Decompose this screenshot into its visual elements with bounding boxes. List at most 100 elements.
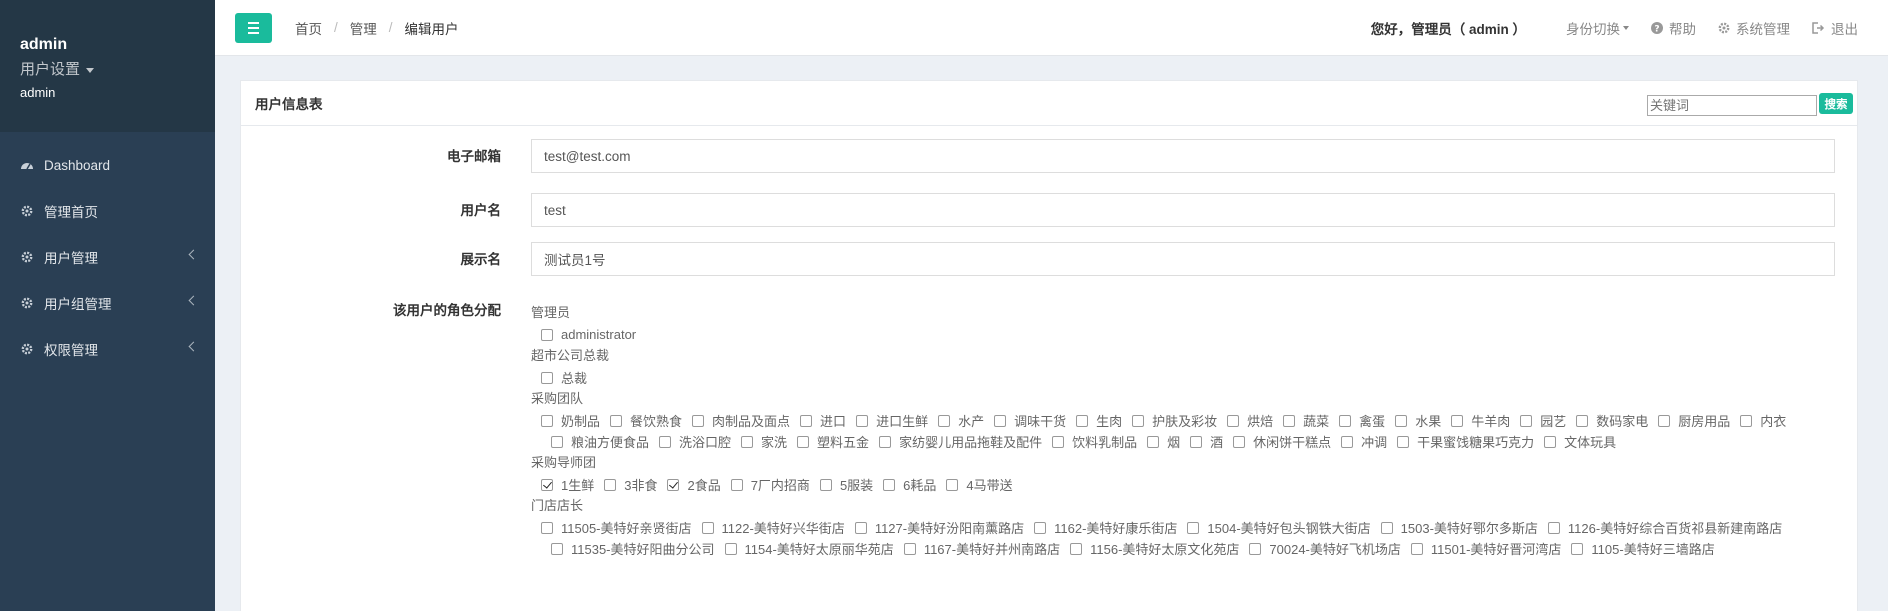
checkbox-icon[interactable] bbox=[551, 542, 563, 555]
role-checkbox[interactable]: 2食品 bbox=[667, 475, 721, 494]
role-checkbox[interactable]: 1156-美特好太原文化苑店 bbox=[1070, 539, 1239, 558]
role-checkbox[interactable]: 1154-美特好太原丽华苑店 bbox=[724, 539, 894, 558]
checkbox-icon[interactable] bbox=[1227, 414, 1240, 427]
logout-link[interactable]: 退出 bbox=[1812, 18, 1858, 38]
display-name-field[interactable]: 测试员1号 bbox=[531, 242, 1835, 276]
checkbox-icon[interactable] bbox=[1397, 435, 1410, 448]
role-checkbox[interactable]: 70024-美特好飞机场店 bbox=[1249, 539, 1401, 558]
role-checkbox[interactable]: 厨房用品 bbox=[1658, 411, 1730, 430]
role-checkbox[interactable]: 干果蜜饯糖果巧克力 bbox=[1397, 432, 1534, 451]
checkbox-icon[interactable] bbox=[1187, 521, 1200, 534]
role-checkbox[interactable]: 生肉 bbox=[1076, 411, 1122, 430]
switch-identity-dropdown[interactable]: 身份切换 bbox=[1566, 18, 1629, 38]
checkbox-icon[interactable] bbox=[604, 478, 617, 491]
checkbox-icon[interactable] bbox=[1571, 542, 1584, 555]
checkbox-icon[interactable] bbox=[1076, 414, 1089, 427]
checkbox-icon[interactable] bbox=[1147, 435, 1160, 448]
system-admin-link[interactable]: 系统管理 bbox=[1718, 18, 1790, 38]
checkbox-icon[interactable] bbox=[1658, 414, 1671, 427]
checkbox-icon[interactable] bbox=[541, 414, 553, 427]
role-checkbox[interactable]: 水产 bbox=[938, 411, 984, 430]
checkbox-icon[interactable] bbox=[800, 414, 813, 427]
checkbox-icon[interactable] bbox=[1451, 414, 1464, 427]
checkbox-icon[interactable] bbox=[1132, 414, 1145, 427]
checkbox-icon[interactable] bbox=[1395, 414, 1408, 427]
role-checkbox[interactable]: 粮油方便食品 bbox=[551, 432, 649, 451]
role-checkbox[interactable]: 1105-美特好三墙路店 bbox=[1571, 539, 1715, 558]
role-checkbox[interactable]: 园艺 bbox=[1520, 411, 1566, 430]
search-button[interactable]: 搜索 bbox=[1819, 93, 1853, 114]
role-checkbox[interactable]: 烘焙 bbox=[1227, 411, 1273, 430]
checkbox-icon[interactable] bbox=[938, 414, 951, 427]
checkbox-icon[interactable] bbox=[1249, 542, 1262, 555]
role-checkbox[interactable]: 1生鲜 bbox=[541, 475, 594, 494]
role-checkbox[interactable]: 5服装 bbox=[819, 475, 873, 494]
checkbox-icon[interactable] bbox=[856, 414, 869, 427]
role-checkbox[interactable]: 6耗品 bbox=[883, 475, 936, 494]
checkbox-icon[interactable] bbox=[1283, 414, 1296, 427]
role-checkbox[interactable]: 家洗 bbox=[741, 432, 787, 451]
checkbox-icon[interactable] bbox=[883, 478, 896, 491]
checkbox-icon[interactable] bbox=[551, 435, 563, 448]
role-checkbox[interactable]: 餐饮熟食 bbox=[610, 411, 682, 430]
checkbox-icon[interactable] bbox=[1740, 414, 1753, 427]
role-checkbox[interactable]: 文体玩具 bbox=[1544, 432, 1616, 451]
email-field[interactable]: test@test.com bbox=[531, 139, 1835, 173]
role-checkbox[interactable]: 总裁 bbox=[541, 368, 587, 387]
checkbox-icon[interactable] bbox=[946, 478, 959, 491]
checkbox-icon[interactable] bbox=[1339, 414, 1352, 427]
checkbox-icon[interactable] bbox=[1070, 542, 1083, 555]
checkbox-icon[interactable] bbox=[903, 542, 916, 555]
checkbox-icon[interactable] bbox=[879, 435, 892, 448]
role-checkbox[interactable]: 饮料乳制品 bbox=[1052, 432, 1137, 451]
checkbox-checked-icon[interactable] bbox=[667, 478, 680, 491]
checkbox-icon[interactable] bbox=[741, 435, 754, 448]
checkbox-icon[interactable] bbox=[541, 371, 553, 384]
role-checkbox[interactable]: 水果 bbox=[1395, 411, 1441, 430]
checkbox-icon[interactable] bbox=[1341, 435, 1354, 448]
role-checkbox[interactable]: 11535-美特好阳曲分公司 bbox=[551, 539, 715, 558]
checkbox-icon[interactable] bbox=[1034, 521, 1047, 534]
help-link[interactable]: ? 帮助 bbox=[1651, 18, 1696, 38]
username-field[interactable]: test bbox=[531, 193, 1835, 227]
role-checkbox[interactable]: 调味干货 bbox=[994, 411, 1066, 430]
role-checkbox[interactable]: 内衣 bbox=[1740, 411, 1786, 430]
menu-toggle-button[interactable] bbox=[235, 12, 272, 43]
role-checkbox[interactable]: 塑料五金 bbox=[797, 432, 869, 451]
role-checkbox[interactable]: 7厂内招商 bbox=[730, 475, 810, 494]
role-checkbox[interactable]: 1162-美特好康乐街店 bbox=[1034, 518, 1177, 537]
checkbox-icon[interactable] bbox=[1380, 521, 1393, 534]
role-checkbox[interactable]: 奶制品 bbox=[541, 411, 600, 430]
checkbox-icon[interactable] bbox=[1520, 414, 1533, 427]
sidebar-item-user-management[interactable]: 用户管理 bbox=[0, 234, 215, 280]
checkbox-icon[interactable] bbox=[541, 521, 553, 534]
role-checkbox[interactable]: 1127-美特好汾阳南薰路店 bbox=[854, 518, 1024, 537]
role-checkbox[interactable]: 禽蛋 bbox=[1339, 411, 1385, 430]
checkbox-checked-icon[interactable] bbox=[541, 478, 553, 491]
role-checkbox[interactable]: 4马带送 bbox=[946, 475, 1013, 494]
breadcrumb-manage[interactable]: 管理 bbox=[350, 18, 377, 38]
role-checkbox[interactable]: 家纺婴儿用品拖鞋及配件 bbox=[879, 432, 1042, 451]
role-checkbox[interactable]: 1504-美特好包头钢铁大街店 bbox=[1187, 518, 1371, 537]
user-settings-dropdown[interactable]: 用户设置 bbox=[20, 58, 215, 79]
role-checkbox[interactable]: 数码家电 bbox=[1576, 411, 1648, 430]
role-checkbox[interactable]: 休闲饼干糕点 bbox=[1233, 432, 1331, 451]
role-checkbox[interactable]: 牛羊肉 bbox=[1451, 411, 1510, 430]
checkbox-icon[interactable] bbox=[1544, 435, 1557, 448]
checkbox-icon[interactable] bbox=[1233, 435, 1246, 448]
breadcrumb-home[interactable]: 首页 bbox=[295, 18, 322, 38]
checkbox-icon[interactable] bbox=[659, 435, 672, 448]
checkbox-icon[interactable] bbox=[1052, 435, 1065, 448]
role-checkbox[interactable]: 11505-美特好亲贤街店 bbox=[541, 518, 692, 537]
role-checkbox[interactable]: 3非食 bbox=[604, 475, 657, 494]
role-checkbox[interactable]: 1122-美特好兴华街店 bbox=[701, 518, 845, 537]
role-checkbox[interactable]: 1167-美特好并州南路店 bbox=[903, 539, 1060, 558]
checkbox-icon[interactable] bbox=[1410, 542, 1423, 555]
checkbox-icon[interactable] bbox=[701, 521, 714, 534]
role-checkbox[interactable]: 1503-美特好鄂尔多斯店 bbox=[1380, 518, 1538, 537]
role-checkbox[interactable]: administrator bbox=[541, 327, 636, 342]
checkbox-icon[interactable] bbox=[819, 478, 832, 491]
role-checkbox[interactable]: 1126-美特好综合百货祁县新建南路店 bbox=[1547, 518, 1782, 537]
checkbox-icon[interactable] bbox=[1190, 435, 1203, 448]
sidebar-item-dashboard[interactable]: Dashboard bbox=[0, 142, 215, 188]
